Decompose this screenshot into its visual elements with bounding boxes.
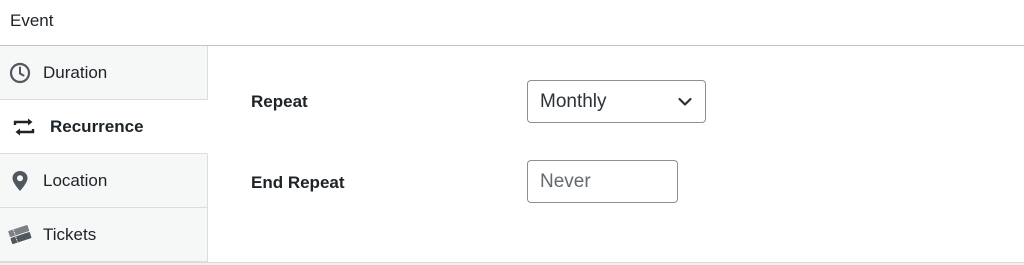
tab-tickets[interactable]: Tickets bbox=[0, 208, 208, 262]
clock-icon bbox=[8, 61, 32, 85]
tab-location[interactable]: Location bbox=[0, 154, 208, 208]
repeat-label: Repeat bbox=[251, 92, 308, 111]
tab-duration[interactable]: Duration bbox=[0, 46, 208, 100]
repeat-select-value: Monthly bbox=[540, 90, 607, 112]
tab-label: Duration bbox=[43, 62, 108, 82]
tab-list: Duration Recurrence Location Tickets bbox=[0, 46, 208, 262]
repeat-select[interactable]: Monthly bbox=[527, 80, 706, 123]
map-pin-icon bbox=[8, 169, 32, 193]
recurrence-panel: Repeat Monthly End Repeat bbox=[208, 46, 1024, 262]
repeat-icon bbox=[12, 115, 36, 139]
tab-label: Location bbox=[43, 170, 108, 190]
chevron-down-icon bbox=[677, 94, 693, 110]
panel-header: Event bbox=[0, 0, 1024, 46]
end-repeat-label: End Repeat bbox=[251, 173, 345, 192]
tickets-icon bbox=[8, 223, 32, 247]
panel-title: Event bbox=[10, 11, 54, 30]
tab-recurrence[interactable]: Recurrence bbox=[0, 100, 208, 154]
end-repeat-input[interactable] bbox=[527, 160, 678, 203]
tab-label: Recurrence bbox=[50, 116, 144, 136]
tab-label: Tickets bbox=[43, 224, 97, 244]
